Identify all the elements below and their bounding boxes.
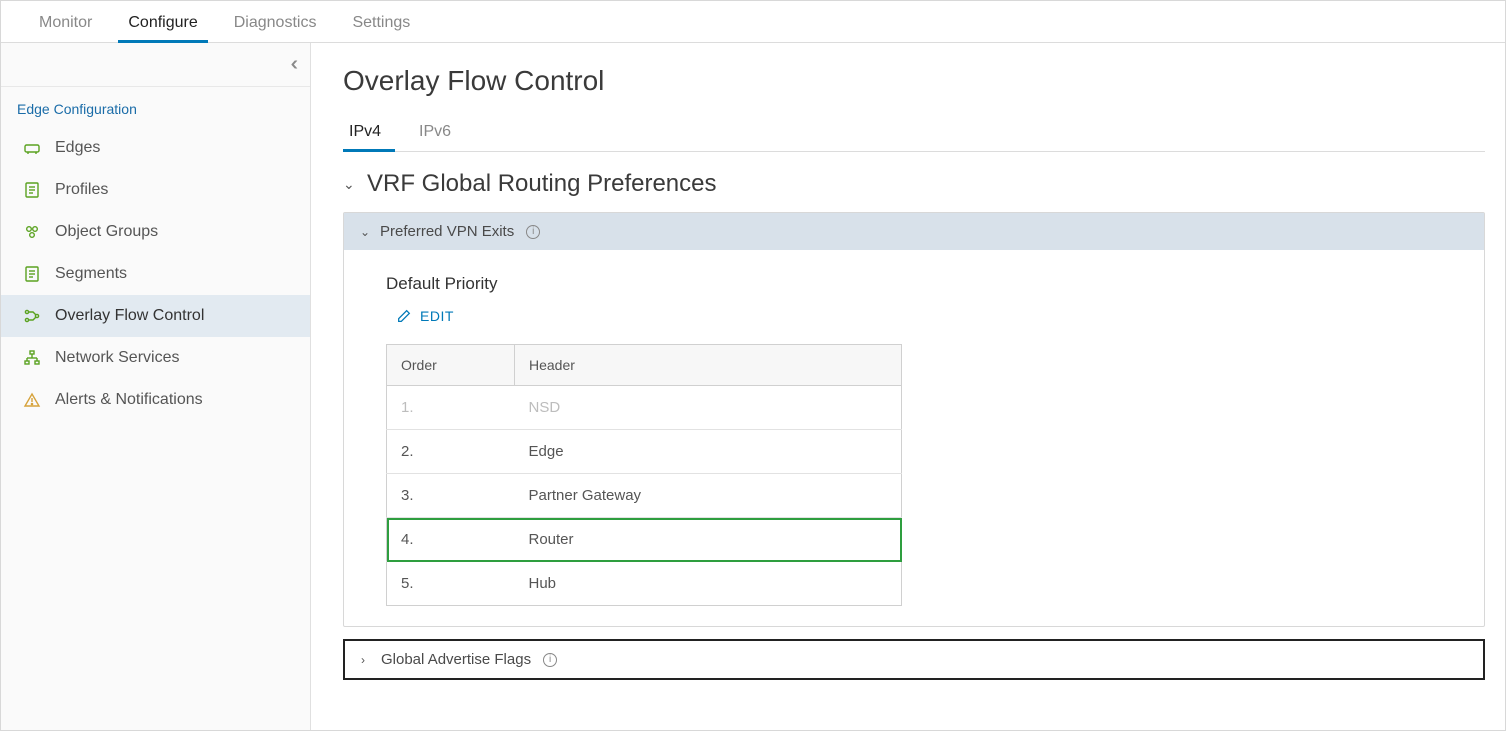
tab-configure[interactable]: Configure	[110, 4, 215, 42]
cell-header: Router	[515, 518, 902, 562]
section-heading-vrf[interactable]: ⌄ VRF Global Routing Preferences	[343, 152, 1485, 212]
sidebar-item-label: Profiles	[55, 181, 108, 199]
chevron-double-left-icon: ‹‹	[291, 53, 292, 76]
cell-order: 2.	[387, 430, 515, 474]
table-row: 5. Hub	[387, 562, 902, 606]
document-icon	[23, 181, 41, 199]
flow-icon	[23, 307, 41, 325]
sidebar-item-object-groups[interactable]: Object Groups	[1, 211, 310, 253]
device-icon	[23, 139, 41, 157]
tab-settings[interactable]: Settings	[334, 4, 428, 42]
group-icon	[23, 223, 41, 241]
table-row: 3. Partner Gateway	[387, 474, 902, 518]
tab-monitor[interactable]: Monitor	[21, 4, 110, 42]
table-row: 4. Router	[387, 518, 902, 562]
chevron-down-icon: ⌄	[343, 176, 357, 193]
panel-header-preferred-vpn-exits[interactable]: ⌄ Preferred VPN Exits i	[344, 213, 1484, 250]
sidebar-item-label: Segments	[55, 265, 127, 283]
table-row: 2. Edge	[387, 430, 902, 474]
sidebar-item-label: Alerts & Notifications	[55, 391, 203, 409]
panel-header-label: Preferred VPN Exits	[380, 223, 514, 240]
edit-button[interactable]: EDIT	[386, 304, 454, 328]
chevron-down-icon: ⌄	[360, 225, 372, 239]
tree-icon	[23, 349, 41, 367]
sidebar-item-label: Object Groups	[55, 223, 158, 241]
chevron-right-icon: ›	[361, 653, 373, 667]
cell-order: 1.	[387, 386, 515, 430]
sidebar-item-alerts[interactable]: Alerts & Notifications	[1, 379, 310, 421]
info-icon[interactable]: i	[543, 653, 557, 667]
table-row: 1. NSD	[387, 386, 902, 430]
section-heading-label: VRF Global Routing Preferences	[367, 170, 717, 198]
panel-preferred-vpn-exits: ⌄ Preferred VPN Exits i Default Priority…	[343, 212, 1485, 627]
cell-order: 4.	[387, 518, 515, 562]
edit-button-label: EDIT	[420, 308, 454, 324]
main-content: Overlay Flow Control IPv4 IPv6 ⌄ VRF Glo…	[311, 43, 1505, 730]
cell-header: NSD	[515, 386, 902, 430]
panel-header-global-advertise-flags[interactable]: › Global Advertise Flags i	[343, 639, 1485, 680]
sidebar-item-profiles[interactable]: Profiles	[1, 169, 310, 211]
cell-header: Edge	[515, 430, 902, 474]
info-icon[interactable]: i	[526, 225, 540, 239]
panel-header-label: Global Advertise Flags	[381, 651, 531, 668]
col-header: Header	[515, 345, 902, 386]
priority-table: Order Header 1. NSD 2. Edge	[386, 344, 902, 606]
document-icon	[23, 265, 41, 283]
sub-tabs: IPv4 IPv6	[343, 115, 1485, 152]
sidebar: ‹‹ Edge Configuration Edges Profiles O	[1, 43, 311, 730]
sidebar-item-edges[interactable]: Edges	[1, 127, 310, 169]
sub-tab-ipv6[interactable]: IPv6	[413, 115, 465, 151]
warning-icon	[23, 391, 41, 409]
sidebar-item-label: Network Services	[55, 349, 179, 367]
sidebar-item-network-services[interactable]: Network Services	[1, 337, 310, 379]
sidebar-collapse-toggle[interactable]: ‹‹	[1, 43, 310, 87]
sidebar-item-label: Edges	[55, 139, 100, 157]
cell-order: 3.	[387, 474, 515, 518]
default-priority-label: Default Priority	[386, 274, 1448, 294]
sidebar-item-overlay-flow-control[interactable]: Overlay Flow Control	[1, 295, 310, 337]
page-title: Overlay Flow Control	[343, 65, 1485, 97]
sub-tab-ipv4[interactable]: IPv4	[343, 115, 395, 151]
top-tabs: Monitor Configure Diagnostics Settings	[1, 1, 1505, 43]
sidebar-section-title: Edge Configuration	[1, 87, 310, 127]
cell-header: Partner Gateway	[515, 474, 902, 518]
cell-header: Hub	[515, 562, 902, 606]
sidebar-item-segments[interactable]: Segments	[1, 253, 310, 295]
pencil-icon	[396, 308, 412, 324]
sidebar-item-label: Overlay Flow Control	[55, 307, 204, 325]
col-order: Order	[387, 345, 515, 386]
cell-order: 5.	[387, 562, 515, 606]
tab-diagnostics[interactable]: Diagnostics	[216, 4, 335, 42]
